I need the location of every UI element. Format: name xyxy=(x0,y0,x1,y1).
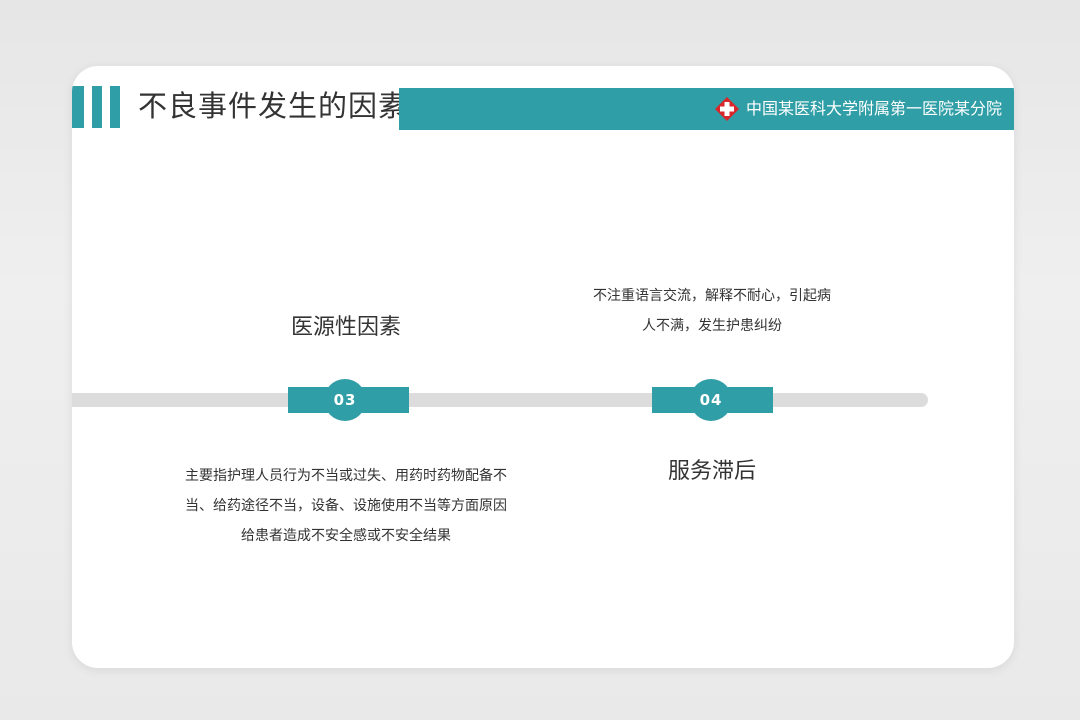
red-cross-icon xyxy=(715,97,739,121)
description-line: 人不满，发生护患纠纷 xyxy=(642,318,782,334)
organization-name: 中国某医科大学附属第一医院某分院 xyxy=(746,99,1003,118)
accent-bar xyxy=(110,86,120,128)
accent-bar xyxy=(92,86,102,128)
description-line: 主要指护理人员行为不当或过失、用药时药物配备不 xyxy=(185,468,507,484)
description-line: 不注重语言交流，解释不耐心，引起病 xyxy=(593,288,831,304)
slide-card: 不良事件发生的因素 中国某医科大学附属第一医院某分院 医源性因素 03 主要指护… xyxy=(72,66,1014,668)
timeline-track xyxy=(72,393,928,407)
step-marker-03: 03 xyxy=(324,379,366,421)
heading-service-lag: 服务滞后 xyxy=(667,459,756,484)
heading-medical-factors: 医源性因素 xyxy=(290,315,401,340)
slide-title: 不良事件发生的因素 xyxy=(138,89,409,123)
step-marker-04: 04 xyxy=(690,379,732,421)
description-line: 给患者造成不安全感或不安全结果 xyxy=(241,528,451,544)
accent-bar xyxy=(72,86,84,128)
description-line: 当、给药途径不当，设备、设施使用不当等方面原因 xyxy=(185,498,507,514)
